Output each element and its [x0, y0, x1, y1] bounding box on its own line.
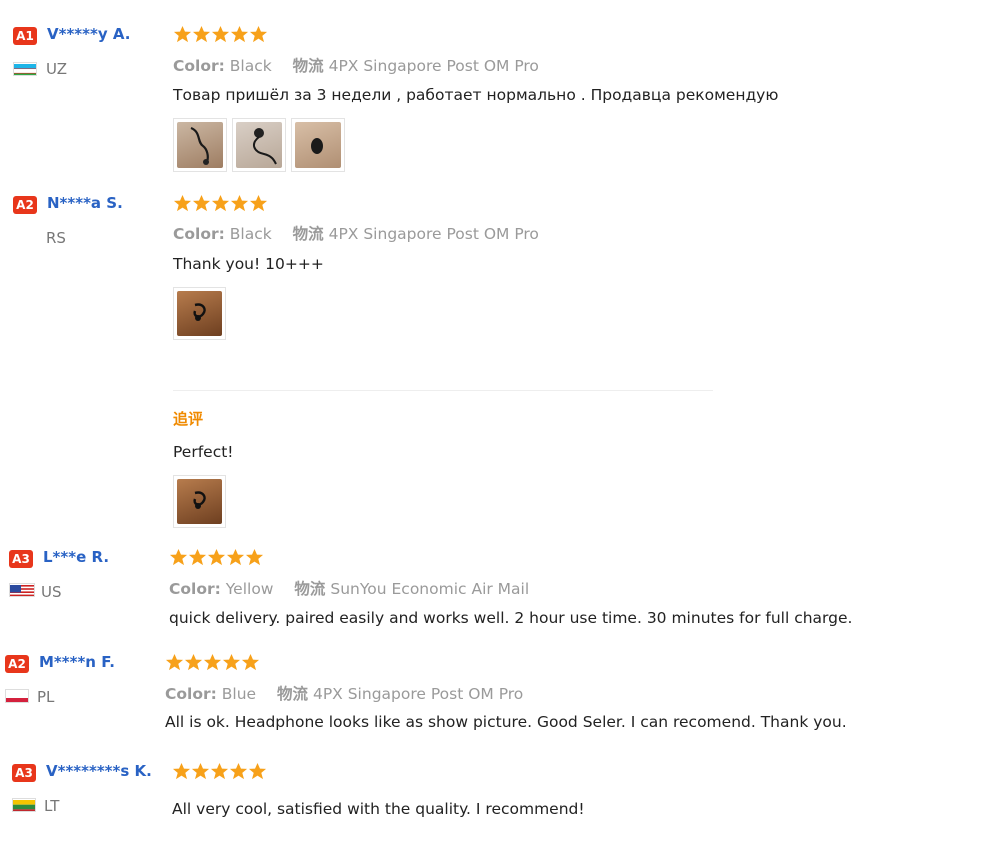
level-badge: A3: [9, 550, 33, 568]
level-badge: A1: [13, 27, 37, 45]
star-icon: [173, 25, 192, 43]
star-icon: [173, 194, 192, 212]
star-icon: [210, 762, 229, 780]
star-icon: [230, 25, 249, 43]
color-value: Black: [229, 57, 272, 75]
shipping-value: 4PX Singapore Post OM Pro: [328, 225, 539, 243]
shipping-label: 物流: [294, 580, 326, 598]
star-icon: [245, 548, 264, 566]
color-label: Color:: [173, 225, 225, 243]
star-icon: [169, 548, 188, 566]
shipping-value: 4PX Singapore Post OM Pro: [328, 57, 539, 75]
reviewer-country: LT: [44, 797, 60, 815]
followup-label: 追评: [173, 410, 204, 428]
shipping-label: 物流: [277, 685, 309, 703]
review-text: All very cool, satisfied with the qualit…: [172, 800, 585, 818]
star-icon: [222, 653, 241, 671]
review-photo[interactable]: [232, 118, 286, 172]
review-photo[interactable]: [173, 118, 227, 172]
star-rating: [173, 194, 268, 214]
star-icon: [211, 194, 230, 212]
flag-uz-icon: [13, 62, 37, 76]
reviewer-name[interactable]: N****a S.: [47, 194, 123, 212]
star-icon: [172, 762, 191, 780]
star-icon: [230, 194, 249, 212]
star-icon: [211, 25, 230, 43]
flag-pl-icon: [5, 689, 29, 703]
reviewer-country: RS: [46, 229, 66, 247]
order-info: Color: Black 物流 4PX Singapore Post OM Pr…: [173, 54, 555, 76]
review-text: All is ok. Headphone looks like as show …: [165, 713, 847, 731]
star-icon: [192, 194, 211, 212]
star-icon: [192, 25, 211, 43]
color-value: Blue: [221, 685, 257, 703]
star-rating: [165, 653, 260, 673]
order-info: Color: Black 物流 4PX Singapore Post OM Pr…: [173, 222, 555, 244]
star-icon: [165, 653, 184, 671]
level-badge: A3: [12, 764, 36, 782]
star-rating: [169, 548, 264, 568]
star-icon: [226, 548, 245, 566]
star-icon: [191, 762, 210, 780]
reviewer-country: UZ: [46, 60, 67, 78]
star-icon: [207, 548, 226, 566]
followup-divider: [173, 390, 713, 391]
star-rating: [173, 25, 268, 45]
followup-text: Perfect!: [173, 443, 234, 461]
flag-us-icon: [9, 583, 35, 597]
color-label: Color:: [169, 580, 221, 598]
star-rating: [172, 762, 267, 782]
review-photo[interactable]: [291, 118, 345, 172]
color-value: Black: [229, 225, 272, 243]
review-photo[interactable]: [173, 287, 226, 340]
reviewer-name[interactable]: V********s K.: [46, 762, 152, 780]
order-info: Color: Blue 物流 4PX Singapore Post OM Pro: [165, 682, 539, 704]
star-icon: [249, 25, 268, 43]
star-icon: [229, 762, 248, 780]
star-icon: [248, 762, 267, 780]
review-text: Thank you! 10+++: [173, 255, 324, 273]
star-icon: [184, 653, 203, 671]
shipping-label: 物流: [292, 57, 324, 75]
reviewer-country: PL: [37, 688, 55, 706]
color-label: Color:: [173, 57, 225, 75]
level-badge: A2: [13, 196, 37, 214]
star-icon: [203, 653, 222, 671]
shipping-label: 物流: [292, 225, 324, 243]
reviewer-name[interactable]: M****n F.: [39, 653, 115, 671]
review-text: quick delivery. paired easily and works …: [169, 609, 853, 627]
flag-lt-icon: [12, 798, 36, 812]
order-info: Color: Yellow 物流 SunYou Economic Air Mai…: [169, 577, 545, 599]
star-icon: [241, 653, 260, 671]
review-photo[interactable]: [173, 475, 226, 528]
reviewer-country: US: [41, 583, 62, 601]
reviewer-name[interactable]: V*****y A.: [47, 25, 130, 43]
shipping-value: 4PX Singapore Post OM Pro: [312, 685, 524, 703]
color-label: Color:: [165, 685, 217, 703]
shipping-value: SunYou Economic Air Mail: [330, 580, 530, 598]
star-icon: [249, 194, 268, 212]
color-value: Yellow: [225, 580, 274, 598]
level-badge: A2: [5, 655, 29, 673]
review-text: Товар пришёл за 3 недели , работает норм…: [173, 86, 779, 104]
star-icon: [188, 548, 207, 566]
reviewer-name[interactable]: L***e R.: [43, 548, 109, 566]
